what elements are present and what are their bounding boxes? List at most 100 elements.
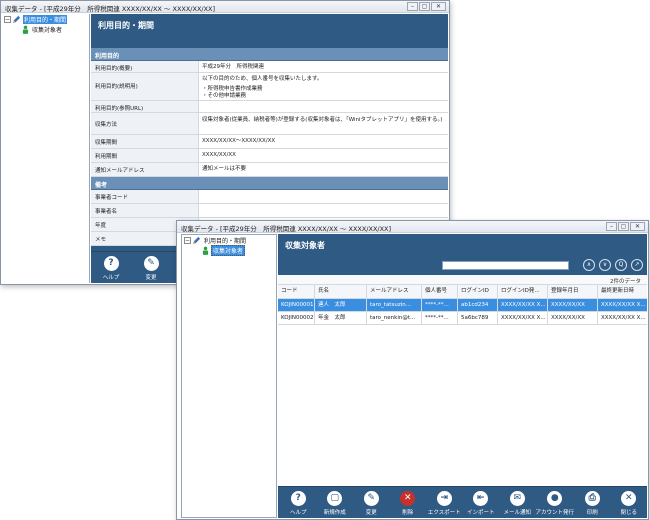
chevron-up-icon[interactable]: ∧ (583, 259, 595, 271)
close-button[interactable]: ✕ (630, 222, 645, 231)
table-cell: 5a6bc789 (458, 312, 498, 324)
pencil-icon (12, 15, 21, 23)
search-icon[interactable]: Q (615, 259, 627, 271)
mail-notify-button[interactable]: ✉ メール通知 (499, 487, 536, 518)
window-title: 収集データ - [平成29年分 所得税関連 XXXX/XX/XX ～ XXXX/… (5, 5, 216, 13)
tree-label: 利用目的・期間 (23, 14, 68, 24)
mail-icon: ✉ (509, 491, 525, 506)
close-window-button[interactable]: ✕ 閉じる (611, 487, 648, 518)
expand-icon[interactable]: ↗ (631, 259, 643, 271)
tree-label: 収集対象者 (32, 26, 63, 34)
form-row: 事業者コード (91, 190, 448, 204)
help-button[interactable]: ? ヘルプ (91, 252, 131, 283)
column-header[interactable]: 最終更新日時 (598, 285, 647, 298)
window-controls: – ▢ ✕ (606, 222, 645, 231)
window-controls: – ▢ ✕ (407, 2, 446, 11)
column-header[interactable]: 個人番号 (422, 285, 458, 298)
column-header[interactable]: メールアドレス (367, 285, 422, 298)
column-header[interactable]: ログインID (458, 285, 498, 298)
field-value: 通知メールは不要 (202, 166, 247, 172)
form-row: 収集期間 XXXX/XX/XX～XXXX/XX/XX (91, 135, 448, 149)
collapse-icon[interactable]: − (184, 236, 191, 244)
title-bar[interactable]: 収集データ - [平成29年分 所得税関連 XXXX/XX/XX ～ XXXX/… (177, 221, 648, 233)
person-icon (202, 246, 209, 255)
column-header[interactable]: 登録年月日 (548, 285, 598, 298)
button-label: 印刷 (586, 510, 598, 516)
search-buttons: ∧ ∨ Q ↗ (583, 259, 643, 271)
field-label: 利用目的(概要) (91, 61, 199, 72)
tree-item-targets[interactable]: 収集対象者 (2, 24, 89, 34)
column-header[interactable]: 氏名 (315, 285, 367, 298)
minimize-button[interactable]: – (606, 222, 617, 231)
tree-label: 利用目的・期間 (204, 237, 247, 245)
new-document-icon: ▢ (327, 491, 343, 506)
print-button[interactable]: ⎙ 印刷 (574, 487, 611, 518)
form-row: 収集方法 収集対象者(従業員、納税者等)が登録する(収集対象者は、「Winiタブ… (91, 113, 448, 135)
table-cell: 年金 太郎 (315, 312, 367, 324)
maximize-button[interactable]: ▢ (618, 222, 629, 231)
field-label: 事業者名 (91, 204, 199, 217)
column-header[interactable]: コード (278, 285, 315, 298)
edit-button[interactable]: ✎ 変更 (353, 487, 390, 518)
button-label: アカウント発行 (535, 510, 575, 516)
navigation-tree: − 利用目的・期間 収集対象者 (2, 14, 90, 283)
help-button[interactable]: ? ヘルプ (280, 487, 317, 518)
issue-account-button[interactable]: ● アカウント発行 (535, 487, 575, 518)
form-row: 利用期間 XXXX/XX/XX (91, 149, 448, 163)
maximize-button[interactable]: ▢ (419, 2, 430, 11)
table-row[interactable]: KOJIN00001 連人 太郎 taro_tatsuzin... ****-*… (278, 299, 647, 312)
table-cell: ****-**... (422, 312, 458, 324)
page-title: 利用目的・期間 (98, 21, 154, 30)
field-label: 利用目的(参照URL) (91, 101, 199, 112)
close-button[interactable]: ✕ (431, 2, 446, 11)
action-bar: ? ヘルプ ▢ 新規作成 ✎ 変更 ✕ 削除 ⇥ エクスポート ⇤ インポート (278, 486, 647, 518)
printer-icon: ⎙ (584, 491, 600, 506)
page-title: 収集対象者 (285, 241, 325, 250)
table-cell: taro_nenkin@t... (367, 312, 422, 324)
form-row: 事業者名 (91, 204, 448, 218)
import-icon: ⇤ (473, 491, 489, 506)
field-label: 利用期間 (91, 149, 199, 162)
form-row: 利用目的(説明用) 以下の目的のため、個人番号を収集いたします。 ・所得税申告書… (91, 73, 448, 101)
table-cell: XXXX/XX/XX X... (601, 302, 646, 308)
chevron-down-icon[interactable]: ∨ (599, 259, 611, 271)
field-value (199, 101, 448, 112)
tree-item-targets[interactable]: 収集対象者 (182, 244, 276, 256)
button-label: 変更 (365, 510, 377, 516)
button-label: 新規作成 (323, 510, 346, 516)
button-label: ヘルプ (102, 275, 120, 281)
button-label: インポート (466, 510, 495, 516)
table-cell: ****-**... (422, 299, 458, 311)
table-row[interactable]: KOJIN00002 年金 太郎 taro_nenkin@t... ****-*… (278, 312, 647, 325)
table-cell: XXXX/XX/XX X... (498, 299, 548, 311)
edit-button[interactable]: ✎ 変更 (131, 252, 171, 283)
form-row: 通知メールアドレス 通知メールは不要 (91, 163, 448, 177)
collapse-icon[interactable]: − (4, 15, 11, 23)
tree-item-purpose[interactable]: − 利用目的・期間 (182, 235, 276, 245)
field-value: 収集対象者(従業員、納税者等)が登録する(収集対象者は、「Winiタブレットアプ… (202, 117, 443, 123)
field-value: XXXX/XX/XX (202, 152, 236, 158)
table-cell: ab1cd234 (458, 299, 498, 311)
field-value-line: 以下の目的のため、個人番号を収集いたします。 (202, 76, 323, 82)
field-value-line: ・所得税申告書作成業務 (202, 86, 263, 92)
field-value (199, 204, 448, 217)
section-header: 備考 (91, 177, 448, 190)
record-count: 2件のデータ (610, 279, 641, 285)
field-label: 通知メールアドレス (91, 163, 199, 176)
export-button[interactable]: ⇥ エクスポート (426, 487, 463, 518)
field-value-line: ・その他申請業務 (202, 93, 247, 99)
minimize-button[interactable]: – (407, 2, 418, 11)
search-input[interactable] (442, 261, 569, 270)
tree-item-purpose[interactable]: − 利用目的・期間 (2, 14, 89, 24)
table-cell: taro_tatsuzin... (367, 299, 422, 311)
table-cell: XXXX/XX/XX (548, 312, 598, 324)
new-button[interactable]: ▢ 新規作成 (317, 487, 354, 518)
delete-button[interactable]: ✕ 削除 (390, 487, 427, 518)
column-header[interactable]: ログインID発... (498, 285, 548, 298)
field-label: 収集方法 (91, 113, 199, 134)
export-icon: ⇥ (436, 491, 452, 506)
import-button[interactable]: ⇤ インポート (463, 487, 500, 518)
section-header: 利用目的 (91, 48, 448, 61)
account-icon: ● (547, 491, 563, 506)
title-bar[interactable]: 収集データ - [平成29年分 所得税関連 XXXX/XX/XX ～ XXXX/… (1, 1, 449, 13)
